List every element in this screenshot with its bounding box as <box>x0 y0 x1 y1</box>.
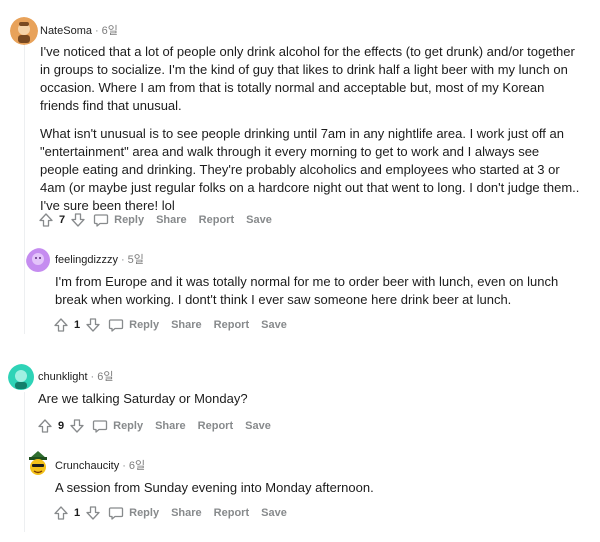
comment-meta: feelingdizzzy · 5일 <box>55 253 144 267</box>
comment-body: I'm from Europe and it was totally norma… <box>55 273 585 309</box>
vote-count: 7 <box>59 214 66 226</box>
upvote-icon[interactable] <box>36 417 54 435</box>
save-button[interactable]: Save <box>261 319 287 331</box>
avatar[interactable] <box>26 450 54 478</box>
user-avatar-icon <box>8 364 34 390</box>
comment-body: I've noticed that a lot of people only d… <box>40 43 580 215</box>
reply-label: Reply <box>113 420 144 432</box>
avatar[interactable] <box>10 17 38 45</box>
reply-label: Reply <box>129 507 160 519</box>
thread-line <box>24 392 25 532</box>
vote-count: 9 <box>58 420 65 432</box>
vote-count: 1 <box>74 507 81 519</box>
thread-line <box>24 44 25 334</box>
comment-actions: 9 Reply Share Report Save <box>36 416 283 436</box>
comment-time[interactable]: 5일 <box>128 254 144 266</box>
meta-separator: · <box>120 254 125 266</box>
comment-meta: chunklight · 6일 <box>38 370 113 384</box>
comment-time[interactable]: 6일 <box>129 460 145 472</box>
downvote-icon[interactable] <box>84 504 102 522</box>
meta-separator: · <box>90 371 95 383</box>
comment-bubble-icon <box>108 319 124 332</box>
meta-separator: · <box>94 25 99 37</box>
share-button[interactable]: Share <box>155 420 186 432</box>
comment-actions: 7 Reply Share Report Save <box>37 210 284 230</box>
reply-button[interactable]: Reply <box>108 505 159 521</box>
user-avatar-icon <box>26 248 50 272</box>
comment-body: Are we talking Saturday or Monday? <box>38 390 578 408</box>
avatar[interactable] <box>8 364 36 392</box>
report-button[interactable]: Report <box>199 214 234 226</box>
user-avatar-icon <box>10 17 38 45</box>
comment-body: A session from Sunday evening into Monda… <box>55 479 585 497</box>
downvote-icon[interactable] <box>68 417 86 435</box>
user-avatar-icon <box>29 451 47 475</box>
comment-time[interactable]: 6일 <box>102 25 118 37</box>
upvote-icon[interactable] <box>52 504 70 522</box>
downvote-icon[interactable] <box>84 316 102 334</box>
comment-bubble-icon <box>92 420 108 433</box>
share-button[interactable]: Share <box>171 507 202 519</box>
share-button[interactable]: Share <box>156 214 187 226</box>
comment-meta: Crunchaucity · 6일 <box>55 459 145 473</box>
comment-author[interactable]: NateSoma <box>40 25 92 37</box>
report-button[interactable]: Report <box>214 507 249 519</box>
share-button[interactable]: Share <box>171 319 202 331</box>
save-button[interactable]: Save <box>245 420 271 432</box>
save-button[interactable]: Save <box>246 214 272 226</box>
reply-button[interactable]: Reply <box>92 418 143 434</box>
comment-paragraph: I'm from Europe and it was totally norma… <box>55 274 559 307</box>
vote-count: 1 <box>74 319 81 331</box>
report-button[interactable]: Report <box>214 319 249 331</box>
comment-author[interactable]: feelingdizzzy <box>55 254 118 266</box>
comment-author[interactable]: Crunchaucity <box>55 460 119 472</box>
comment-meta: NateSoma · 6일 <box>40 24 118 38</box>
report-button[interactable]: Report <box>198 420 233 432</box>
downvote-icon[interactable] <box>69 211 87 229</box>
reply-button[interactable]: Reply <box>93 212 144 228</box>
reply-label: Reply <box>129 319 160 331</box>
reply-label: Reply <box>114 214 145 226</box>
avatar[interactable] <box>26 248 54 276</box>
comment-paragraph: I've noticed that a lot of people only d… <box>40 44 575 113</box>
upvote-icon[interactable] <box>37 211 55 229</box>
save-button[interactable]: Save <box>261 507 287 519</box>
upvote-icon[interactable] <box>52 316 70 334</box>
comment-actions: 1 Reply Share Report Save <box>52 503 299 523</box>
comment-actions: 1 Reply Share Report Save <box>52 315 299 335</box>
comment-time[interactable]: 6일 <box>97 371 113 383</box>
comment-bubble-icon <box>108 507 124 520</box>
comment-paragraph: A session from Sunday evening into Monda… <box>55 480 374 495</box>
comment-paragraph: What isn't unusual is to see people drin… <box>40 126 580 213</box>
comment-author[interactable]: chunklight <box>38 371 88 383</box>
comment-bubble-icon <box>93 214 109 227</box>
comment-paragraph: Are we talking Saturday or Monday? <box>38 391 248 406</box>
reply-button[interactable]: Reply <box>108 317 159 333</box>
meta-separator: · <box>122 460 126 472</box>
